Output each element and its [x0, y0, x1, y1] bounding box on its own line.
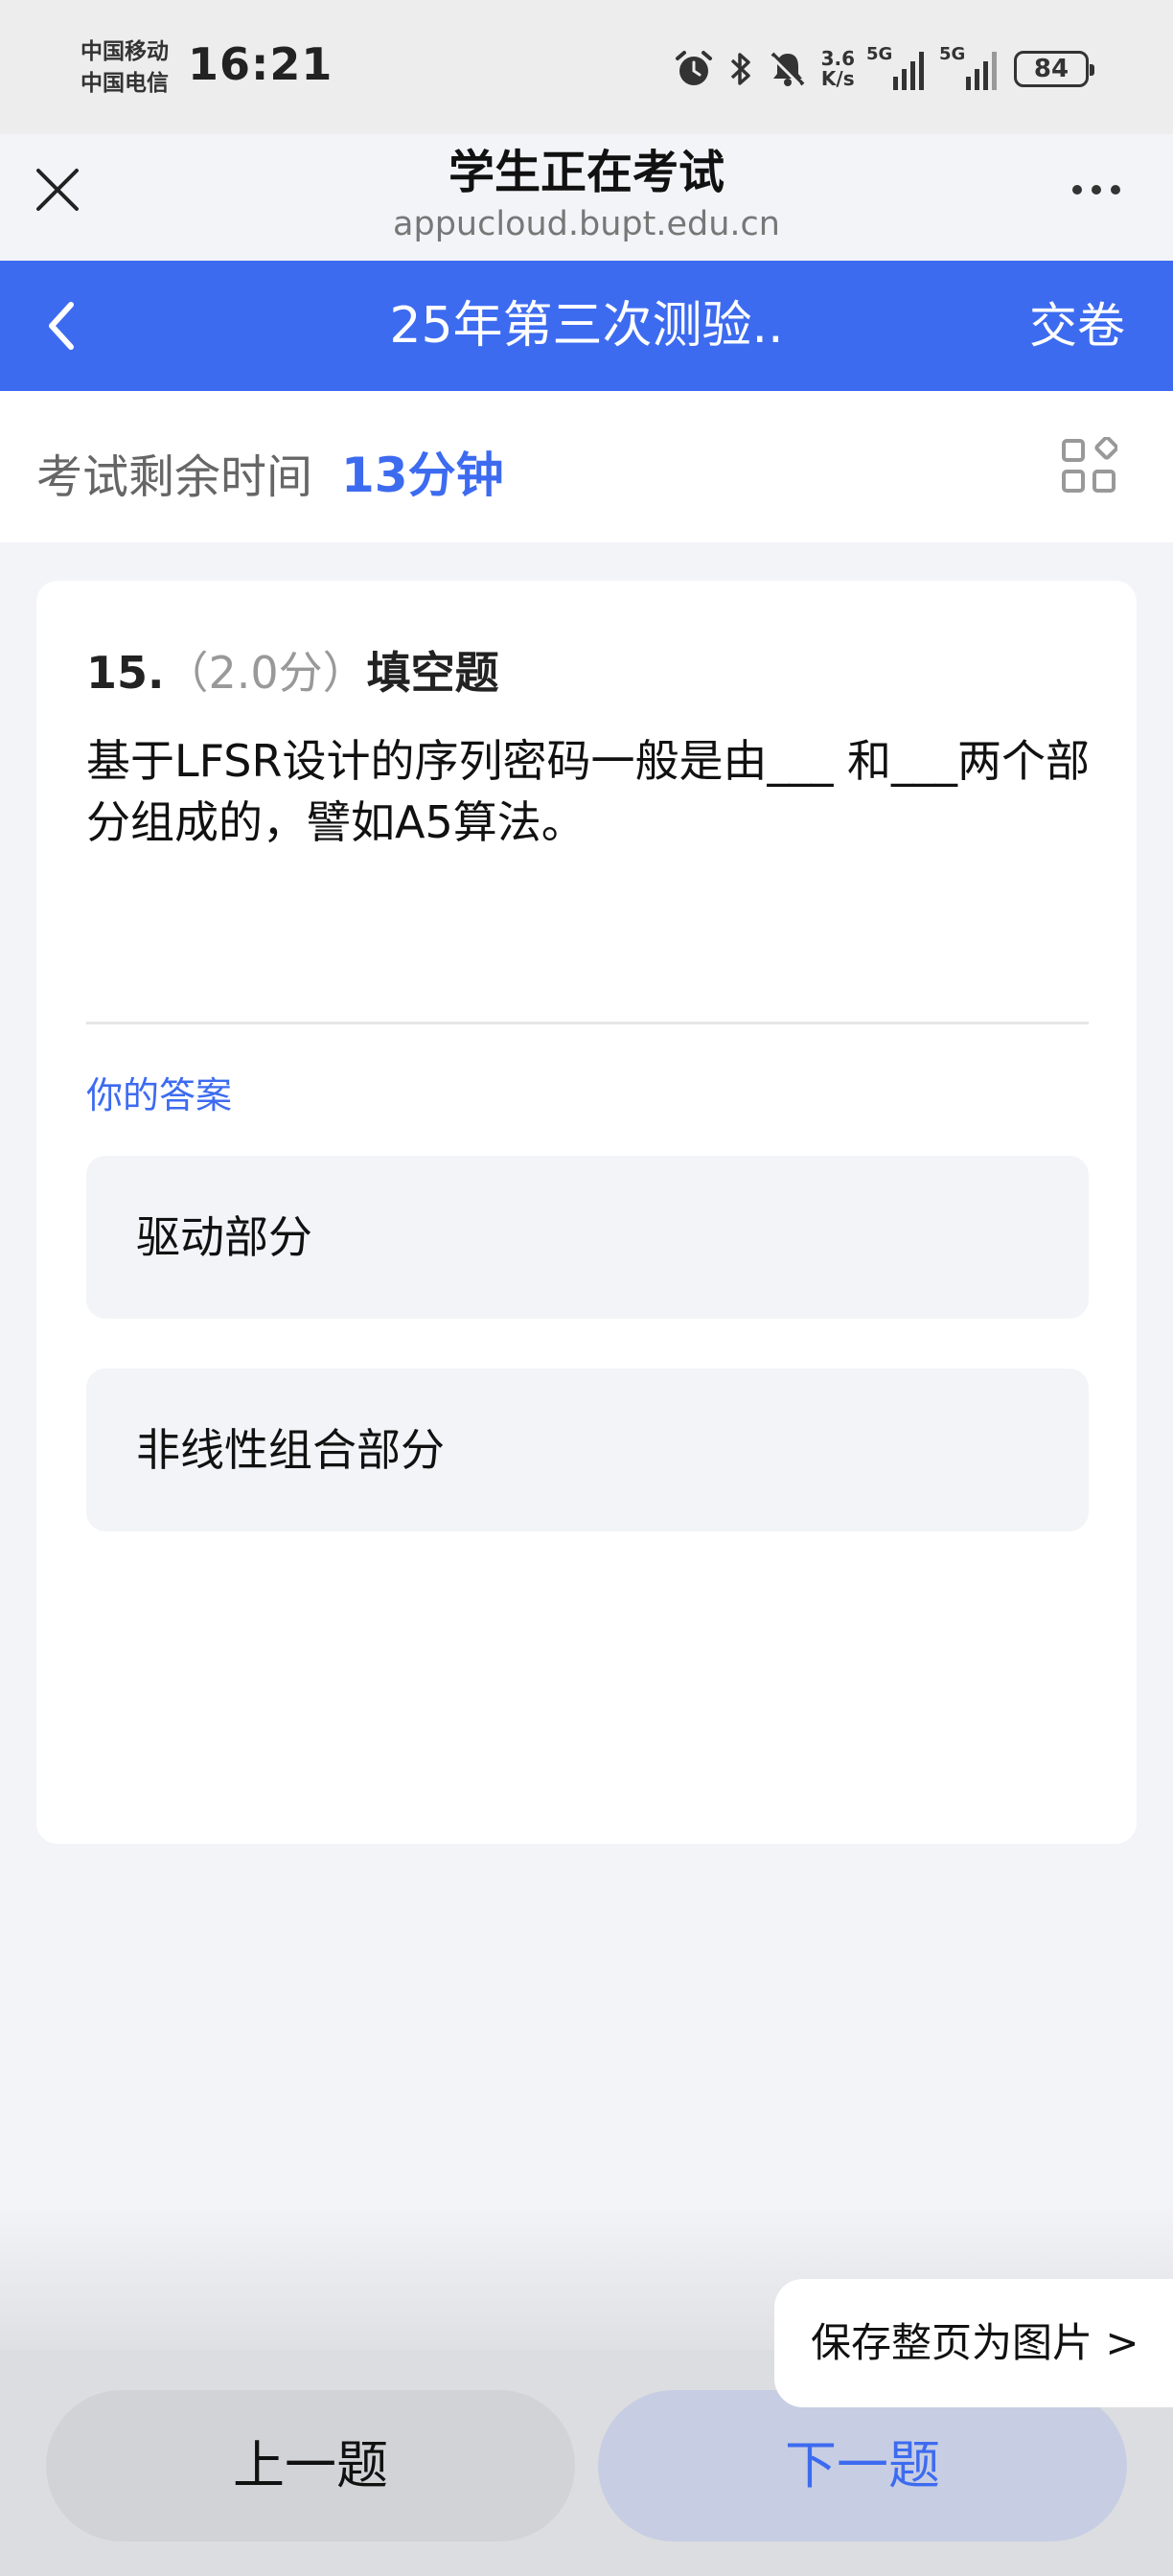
dot-icon — [1072, 185, 1082, 195]
question-number: 15. — [86, 647, 165, 699]
answer-field-1[interactable]: 驱动部分 — [86, 1156, 1089, 1319]
carrier-2: 中国电信 — [80, 71, 169, 96]
previous-question-button[interactable]: 上一题 — [46, 2390, 575, 2542]
answer-field-2[interactable]: 非线性组合部分 — [86, 1368, 1089, 1531]
dot-icon — [1111, 185, 1120, 195]
signal-2-label: 5G — [939, 44, 966, 64]
question-header: 15.（2.0分）填空题 — [86, 638, 499, 702]
net-speed-value: 3.6 — [820, 47, 855, 70]
carrier-1: 中国移动 — [80, 39, 169, 64]
timer-label: 考试剩余时间 — [36, 450, 313, 504]
signal-1-label: 5G — [866, 44, 893, 64]
question-card: 15.（2.0分）填空题 基于LFSR设计的序列密码一般是由___ 和___两个… — [36, 581, 1137, 1844]
net-speed-unit: K/s — [820, 67, 855, 90]
question-score: （2.0分） — [164, 647, 367, 699]
net-speed: 3.6 K/s — [821, 49, 855, 89]
timer-value: 13分钟 — [341, 448, 504, 503]
question-text: 基于LFSR设计的序列密码一般是由___ 和___两个部分组成的，譬如A5算法。 — [86, 735, 1091, 848]
signal-1-icon: 5G — [866, 44, 928, 90]
status-icons: 3.6 K/s 5G 5G 84 — [674, 42, 1094, 96]
submit-exam-button[interactable]: 交卷 — [1029, 261, 1125, 391]
dot-icon — [1092, 185, 1101, 195]
next-question-button[interactable]: 下一题 — [598, 2390, 1127, 2542]
page-url: appucloud.bupt.edu.cn — [393, 205, 780, 243]
timer-bar: 考试剩余时间 13分钟 — [0, 391, 1173, 542]
clock: 16:21 — [188, 38, 334, 90]
battery-icon: 84 — [1014, 51, 1094, 87]
more-options-button[interactable] — [1068, 172, 1125, 207]
divider — [86, 1022, 1089, 1024]
answer-label: 你的答案 — [86, 1074, 233, 1116]
status-bar: 中国移动 中国电信 16:21 3.6 K/s 5G 5G 84 — [0, 0, 1173, 134]
page-title: 学生正在考试 — [448, 146, 724, 199]
exam-title: 25年第三次测验.. — [389, 297, 784, 355]
carrier-names: 中国移动 中国电信 — [80, 36, 169, 100]
save-page-as-image-button[interactable]: 保存整页为图片 > — [774, 2279, 1173, 2407]
exam-header: 25年第三次测验.. 交卷 — [0, 261, 1173, 391]
signal-2-icon: 5G — [939, 44, 1000, 90]
battery-level: 84 — [1033, 55, 1070, 83]
question-grid-icon[interactable] — [1060, 437, 1117, 494]
bluetooth-icon — [730, 53, 750, 85]
mute-icon — [770, 52, 804, 86]
alarm-icon — [675, 51, 712, 85]
question-type: 填空题 — [366, 647, 499, 699]
